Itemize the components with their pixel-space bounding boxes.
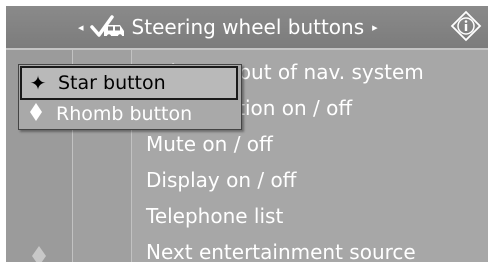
star-button-label: Star button	[58, 72, 166, 94]
car-check-icon	[89, 15, 124, 39]
rhomb-button-label: Rhomb button	[56, 103, 193, 125]
list-item[interactable]: Mute on / off	[146, 126, 424, 162]
header-bar: ◂ Steering wheel buttons ▸	[6, 6, 488, 50]
page-title: Steering wheel buttons	[131, 15, 365, 39]
info-icon[interactable]	[450, 10, 482, 42]
prev-page-arrow-icon[interactable]: ◂	[78, 21, 84, 34]
list-item[interactable]: Display on / off	[146, 162, 424, 198]
star-icon: ✦	[29, 71, 47, 95]
star-button-option[interactable]: ✦ Star button	[20, 66, 238, 100]
next-page-arrow-icon[interactable]: ▸	[372, 21, 378, 34]
button-select-popup: ✦ Star button Rhomb button	[18, 64, 242, 130]
list-item[interactable]: Telephone list	[146, 198, 424, 234]
rhomb-icon	[24, 102, 48, 126]
rhomb-button-option[interactable]: Rhomb button	[20, 99, 238, 129]
header-title-group[interactable]: ◂ Steering wheel buttons ▸	[78, 6, 378, 48]
list-item[interactable]: Next entertainment source	[146, 234, 424, 262]
screen: ◂ Steering wheel buttons ▸ Voice output	[6, 6, 488, 262]
rhomb-icon	[32, 246, 46, 262]
